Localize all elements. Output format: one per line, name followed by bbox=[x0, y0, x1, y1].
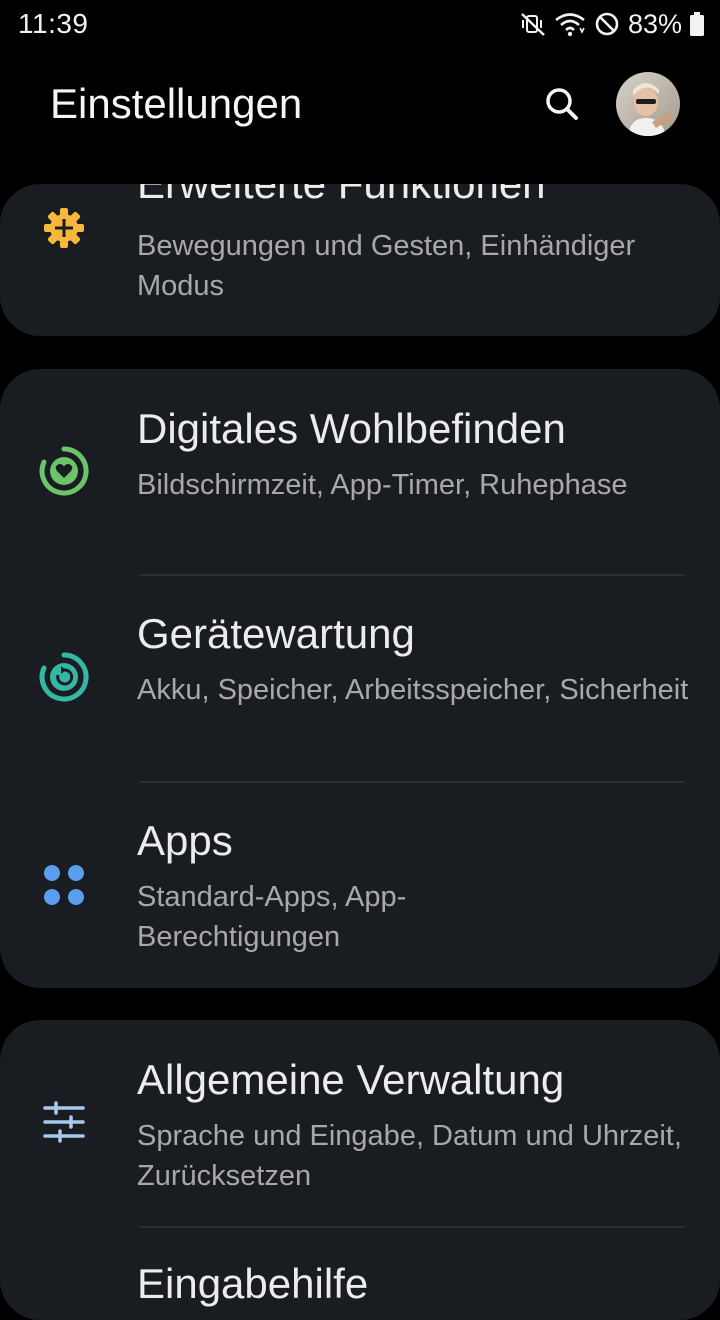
status-icons: 83% bbox=[520, 8, 704, 40]
settings-item-title: Apps bbox=[137, 817, 233, 864]
settings-item-eingabehilfe[interactable]: Eingabehilfe bbox=[0, 1228, 720, 1320]
settings-item-subtitle: Bewegungen und Gesten, Einhändiger Modus bbox=[137, 230, 636, 302]
search-button[interactable] bbox=[536, 80, 588, 132]
status-time: 11:39 bbox=[18, 8, 89, 39]
battery-percent: 83% bbox=[627, 8, 682, 39]
settings-item-title: Allgemeine Verwaltung bbox=[137, 1056, 565, 1103]
gear-plus-icon bbox=[38, 202, 90, 254]
avatar[interactable] bbox=[616, 72, 680, 136]
search-icon bbox=[542, 84, 582, 129]
status-bar: 11:39 83% bbox=[0, 0, 720, 48]
settings-card: Erweiterte Funktionen Bewegungen und Ges… bbox=[0, 184, 720, 336]
settings-item-erweiterte-funktionen[interactable]: Erweiterte Funktionen Bewegungen und Ges… bbox=[0, 184, 720, 336]
battery-icon bbox=[690, 12, 704, 36]
settings-item-apps[interactable]: Apps Standard-Apps, App-Berechtigungen bbox=[0, 783, 720, 988]
settings-card: Digitales Wohlbefinden Bildschirmzeit, A… bbox=[0, 369, 720, 988]
settings-item-digitales-wohlbefinden[interactable]: Digitales Wohlbefinden Bildschirmzeit, A… bbox=[0, 369, 720, 575]
wifi-icon bbox=[554, 11, 586, 37]
wellbeing-heart-icon bbox=[38, 445, 90, 497]
settings-item-subtitle: Akku, Speicher, Arbeitsspeicher, Sicherh… bbox=[137, 674, 689, 706]
settings-item-title: Eingabehilfe bbox=[137, 1260, 369, 1307]
settings-card: Allgemeine Verwaltung Sprache und Eingab… bbox=[0, 1020, 720, 1320]
sliders-icon bbox=[38, 1096, 90, 1148]
settings-item-allgemeine-verwaltung[interactable]: Allgemeine Verwaltung Sprache und Eingab… bbox=[0, 1020, 720, 1226]
settings-item-title: Digitales Wohlbefinden bbox=[137, 405, 566, 452]
settings-item-geraetewartung[interactable]: Gerätewartung Akku, Speicher, Arbeitsspe… bbox=[0, 576, 720, 781]
mute-vibrate-icon bbox=[520, 11, 546, 37]
device-care-icon bbox=[38, 651, 90, 703]
do-not-disturb-icon bbox=[594, 11, 620, 37]
apps-grid-icon bbox=[38, 859, 90, 911]
page-title: Einstellungen bbox=[50, 80, 303, 127]
app-header: Einstellungen bbox=[0, 60, 720, 152]
settings-item-subtitle: Sprache und Eingabe, Datum und Uhrzeit, … bbox=[137, 1120, 682, 1192]
settings-item-title: Erweiterte Funktionen bbox=[137, 184, 546, 208]
settings-item-title: Gerätewartung bbox=[137, 610, 415, 657]
settings-item-subtitle: Bildschirmzeit, App-Timer, Ruhephase bbox=[137, 469, 628, 501]
settings-item-subtitle: Standard-Apps, App-Berechtigungen bbox=[137, 881, 407, 953]
